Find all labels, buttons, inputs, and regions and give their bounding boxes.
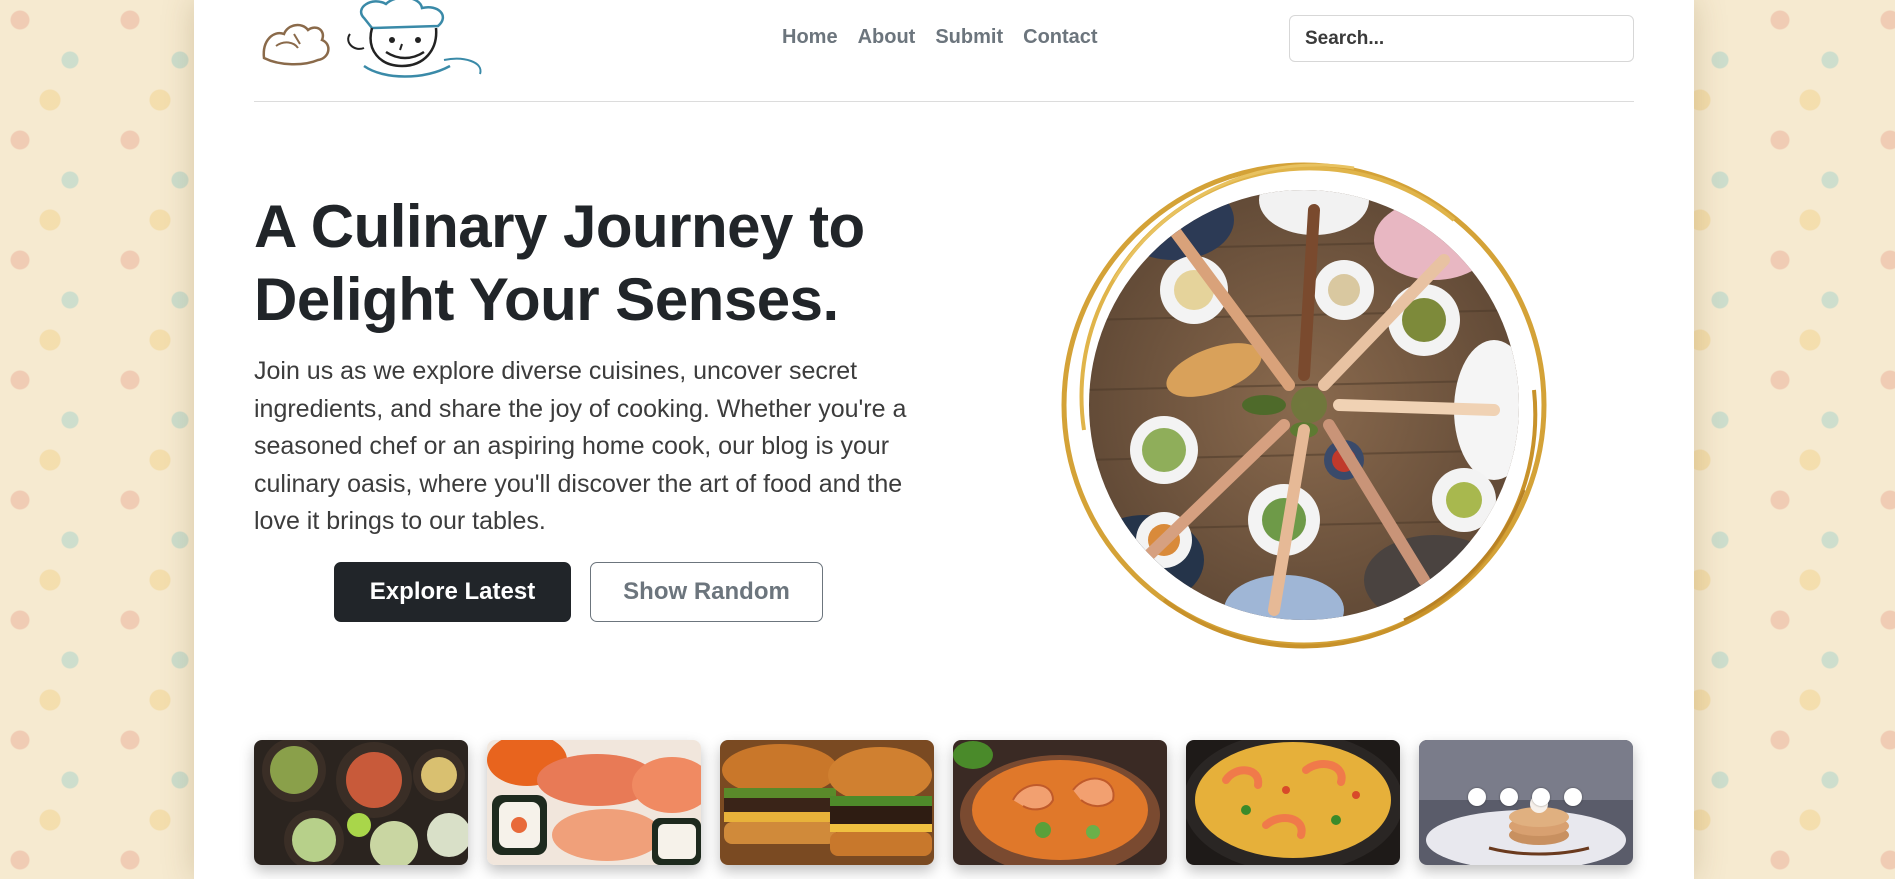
- nav-home[interactable]: Home: [782, 26, 838, 49]
- chef-logo[interactable]: [254, 0, 554, 82]
- hero-description: Join us as we explore diverse cuisines, …: [254, 357, 907, 535]
- main-nav: Home About Submit Contact: [782, 26, 1098, 49]
- recipe-thumbnail-row: [254, 740, 1634, 865]
- page-card: Home About Submit Contact A Culinary Jou…: [194, 0, 1694, 879]
- carousel-indicators: [1468, 788, 1582, 806]
- nav-about[interactable]: About: [858, 26, 916, 49]
- carousel-dot-3[interactable]: [1532, 788, 1550, 806]
- sushi-image: [487, 740, 701, 865]
- shrimp-soup-image: [953, 740, 1167, 865]
- thumbnail-sushi[interactable]: [487, 740, 701, 865]
- paella-image: [1186, 740, 1400, 865]
- show-random-button[interactable]: Show Random: [590, 562, 823, 622]
- thumbnail-paella[interactable]: [1186, 740, 1400, 865]
- site-header: Home About Submit Contact: [254, 0, 1634, 102]
- search-input[interactable]: [1289, 15, 1634, 62]
- thumbnail-asian-bowls[interactable]: [254, 740, 468, 865]
- carousel-dot-4[interactable]: [1564, 788, 1582, 806]
- carousel-dot-1[interactable]: [1468, 788, 1486, 806]
- nav-submit[interactable]: Submit: [935, 26, 1003, 49]
- hero-title: A Culinary Journey to Delight Your Sense…: [254, 193, 865, 333]
- nav-contact[interactable]: Contact: [1023, 26, 1097, 49]
- explore-latest-button[interactable]: Explore Latest: [334, 562, 571, 622]
- hero-image: [1061, 162, 1547, 649]
- burger-image: [720, 740, 934, 865]
- carousel-dot-2[interactable]: [1500, 788, 1518, 806]
- asian-bowls-image: [254, 740, 468, 865]
- main-container: Home About Submit Contact A Culinary Jou…: [254, 0, 1634, 879]
- thumbnail-burger[interactable]: [720, 740, 934, 865]
- thumbnail-shrimp-soup[interactable]: [953, 740, 1167, 865]
